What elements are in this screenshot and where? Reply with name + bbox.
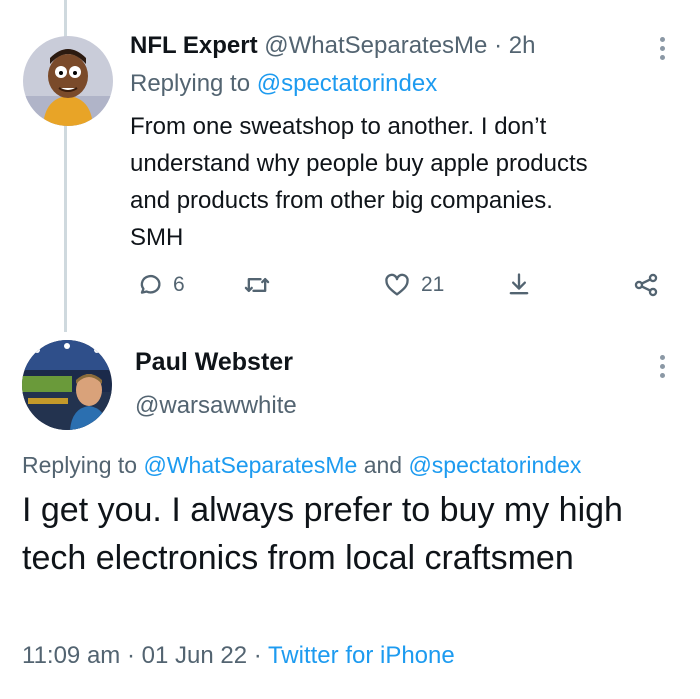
tweet2-text: I get you. I always prefer to buy my hig… <box>22 491 623 577</box>
tweet2-author-name[interactable]: Paul Webster <box>135 348 293 377</box>
more-icon <box>660 355 665 360</box>
mention-link[interactable]: @WhatSeparatesMe <box>143 452 357 478</box>
download-icon <box>509 273 529 295</box>
reply-button[interactable]: 6 <box>135 270 185 300</box>
retweet-button[interactable] <box>243 270 271 300</box>
tweet1-author-name[interactable]: NFL Expert <box>130 32 258 59</box>
tweet2-date[interactable]: 01 Jun 22 <box>142 642 247 669</box>
avatar[interactable] <box>23 36 113 126</box>
retweet-icon <box>244 278 270 292</box>
heart-icon <box>385 273 409 296</box>
avatar[interactable] <box>22 340 112 430</box>
share-button[interactable] <box>632 270 660 300</box>
tweet1-more-button[interactable] <box>660 37 666 64</box>
tweet2-replying-to: Replying to @WhatSeparatesMe and @specta… <box>22 452 581 479</box>
reply-icon <box>140 274 161 294</box>
more-icon <box>660 37 665 42</box>
tweet2-more-button[interactable] <box>660 355 666 382</box>
tweet1-replying-to: Replying to @spectatorindex <box>130 70 437 98</box>
mention-link[interactable]: @spectatorindex <box>257 70 437 97</box>
like-button[interactable]: 21 <box>383 270 444 300</box>
tweet1-text: From one sweatshop to another. I don’t u… <box>130 113 588 251</box>
replying-to-label: Replying to <box>22 452 138 478</box>
dot-separator: · <box>494 32 503 59</box>
dot-separator: · <box>126 642 135 669</box>
tweet1-time[interactable]: 2h <box>509 32 536 59</box>
dot-separator: · <box>253 642 262 669</box>
mention-link[interactable]: @spectatorindex <box>408 452 581 478</box>
tweet1-handle[interactable]: @WhatSeparatesMe <box>264 32 487 59</box>
tweet2-handle[interactable]: @warsawwhite <box>135 392 297 420</box>
tweet2-source-link[interactable]: Twitter for iPhone <box>268 642 455 669</box>
like-count: 21 <box>421 273 445 296</box>
replying-to-label: Replying to <box>130 70 251 97</box>
tweet2-metadata: 11:09 am · 01 Jun 22 · Twitter for iPhon… <box>22 642 455 670</box>
share-icon <box>634 273 658 297</box>
and-label: and <box>363 452 403 478</box>
save-button[interactable] <box>505 270 533 300</box>
tweet2-time[interactable]: 11:09 am <box>22 642 120 669</box>
tweet1-header: NFL Expert @WhatSeparatesMe · 2h <box>130 32 535 60</box>
reply-count: 6 <box>173 273 185 296</box>
